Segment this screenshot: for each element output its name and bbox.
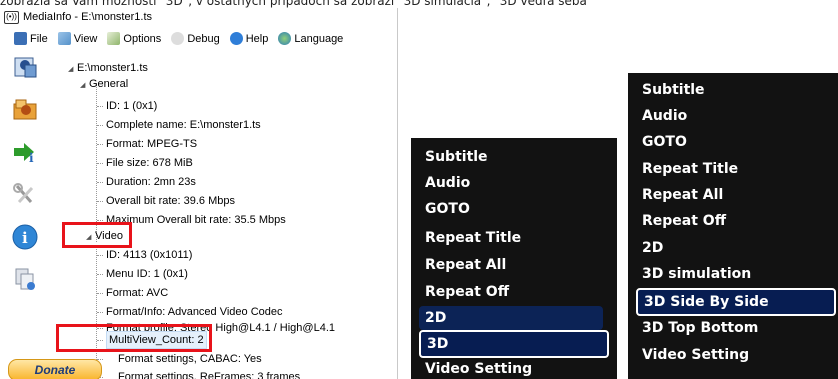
open-folder-button[interactable]	[10, 94, 40, 124]
tree-item[interactable]: ID: 4113 (0x1011)	[106, 247, 192, 263]
debug-icon	[171, 32, 185, 45]
menu-bar: File View Options Debug Help Language	[0, 29, 397, 48]
tv-menu-item[interactable]: Repeat All	[419, 253, 506, 277]
info-tree: ◢ E:\monster1.ts ◢ General ID: 1 (0x1) Com…	[56, 52, 394, 379]
tree-item[interactable]: Format settings, CABAC: Yes	[118, 351, 262, 367]
help-icon	[229, 32, 243, 45]
tv-menu-item[interactable]: 3D Top Bottom	[636, 316, 758, 340]
view-icon	[57, 32, 71, 45]
copy-icon	[15, 268, 35, 290]
expanded-arrow-icon: ◢	[80, 82, 86, 89]
svg-text:i: i	[22, 229, 28, 247]
window-title: MediaInfo - E:\monster1.ts	[23, 11, 152, 23]
menu-help[interactable]: Help	[229, 32, 268, 45]
top-caption: zobrazia sa Vám možnosti "3D", v ostatný…	[0, 0, 593, 8]
info-icon: i	[12, 224, 38, 250]
donate-button[interactable]: Donate	[8, 359, 102, 379]
tree-item[interactable]: File size: 678 MiB	[106, 155, 193, 171]
tv-menu-item[interactable]: Audio	[419, 171, 470, 195]
file-icon	[14, 32, 27, 45]
tv-menu-item[interactable]: 2D	[636, 236, 663, 260]
tv-menu-item[interactable]: GOTO	[419, 197, 470, 221]
tv-menu-item[interactable]: Video Setting	[419, 357, 532, 379]
preferences-button[interactable]	[10, 180, 40, 210]
tree-root[interactable]: ◢ E:\monster1.ts	[68, 60, 148, 76]
about-button[interactable]: i	[10, 222, 40, 252]
tree-item[interactable]: Menu ID: 1 (0x1)	[106, 266, 188, 282]
multiview-highlight-box	[56, 324, 212, 352]
tree-item[interactable]: Complete name: E:\monster1.ts	[106, 117, 261, 133]
options-icon	[107, 32, 121, 45]
tv-menu-item[interactable]: 3D simulation	[636, 262, 751, 286]
window-titlebar: (•)) MediaInfo - E:\monster1.ts	[0, 8, 397, 26]
tree-general[interactable]: ◢ General	[80, 76, 128, 92]
menu-debug[interactable]: Debug	[171, 32, 220, 45]
video-highlight-box	[62, 222, 132, 248]
tv-menu-item[interactable]: Subtitle	[419, 145, 488, 169]
menu-language[interactable]: Language	[278, 32, 343, 45]
mediainfo-window: (•)) MediaInfo - E:\monster1.ts File Vie…	[0, 8, 398, 379]
language-icon	[278, 32, 292, 45]
tree-item[interactable]: Format: AVC	[106, 285, 168, 301]
tv-menu-item[interactable]: 2D	[419, 306, 603, 330]
tree-item[interactable]: Format: MPEG-TS	[106, 136, 197, 152]
tree-item[interactable]: ID: 1 (0x1)	[106, 98, 157, 114]
tree-item[interactable]: Maximum Overall bit rate: 35.5 Mbps	[106, 212, 286, 228]
side-toolbar: i i	[2, 52, 52, 379]
tv-menu-item[interactable]: Audio	[636, 104, 687, 128]
expanded-arrow-icon: ◢	[68, 66, 74, 73]
tv-menu-item[interactable]: Repeat Off	[419, 280, 509, 304]
tv-menu-item[interactable]: Video Setting	[636, 343, 749, 367]
export-icon: i	[14, 143, 34, 165]
menu-view[interactable]: View	[57, 32, 97, 45]
menu-options[interactable]: Options	[107, 32, 161, 45]
tv-menu-item[interactable]: GOTO	[636, 130, 687, 154]
tv-menu-item[interactable]: Subtitle	[636, 78, 705, 102]
open-file-icon	[14, 57, 37, 78]
tree-item[interactable]: Format/Info: Advanced Video Codec	[106, 304, 283, 320]
tv-menu-item[interactable]: Repeat Title	[419, 226, 521, 250]
tree-item[interactable]: Format settings, ReFrames: 3 frames	[118, 369, 300, 379]
open-folder-icon	[13, 99, 37, 120]
copy-button[interactable]	[10, 264, 40, 294]
tv-menu-item[interactable]: Repeat Title	[636, 157, 738, 181]
preferences-icon	[13, 183, 34, 204]
tree-item[interactable]: Overall bit rate: 39.6 Mbps	[106, 193, 235, 209]
tv-menu-item[interactable]: Repeat Off	[636, 209, 726, 233]
tv-menu-3d: Subtitle Audio GOTO Repeat Title Repeat …	[411, 138, 617, 379]
tv-menu-3d-options: Subtitle Audio GOTO Repeat Title Repeat …	[628, 73, 838, 379]
export-button[interactable]: i	[10, 137, 40, 167]
tv-menu-item[interactable]: Repeat All	[636, 183, 723, 207]
tv-menu-item-selected[interactable]: 3D Side By Side	[636, 288, 836, 316]
app-icon: (•))	[4, 10, 19, 24]
open-file-button[interactable]	[10, 52, 40, 82]
svg-text:i: i	[29, 151, 34, 165]
menu-file[interactable]: File	[14, 32, 48, 45]
tree-item[interactable]: Duration: 2mn 23s	[106, 174, 196, 190]
tv-menu-item-selected[interactable]: 3D	[419, 330, 609, 358]
